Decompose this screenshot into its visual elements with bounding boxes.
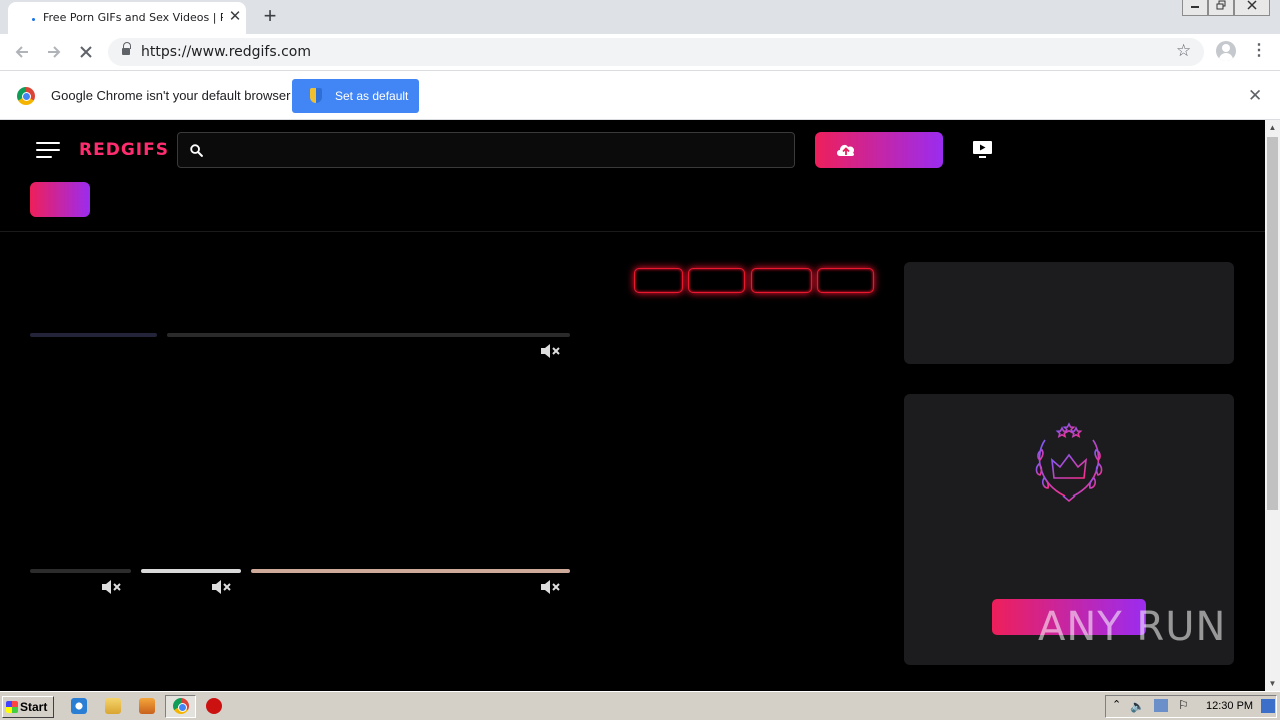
mute-icon[interactable] [540,579,560,595]
arrow-right-icon [48,46,61,58]
minimize-icon [1191,6,1199,8]
close-icon [1247,0,1257,10]
back-button[interactable] [11,41,33,63]
tray-expand-icon[interactable]: ⌃ [1112,698,1121,711]
cloud-upload-icon [837,144,855,156]
url-text: https://www.redgifs.com [141,44,311,60]
internet-explorer-icon[interactable] [71,698,87,714]
header-divider [0,231,1265,232]
scroll-thumb[interactable] [1267,137,1278,510]
forward-button[interactable] [43,41,65,63]
taskbar-clock[interactable]: 12:30 PM [1206,700,1253,712]
profile-avatar-icon[interactable] [1216,41,1236,61]
video-progress-bar[interactable] [30,333,157,337]
set-default-label: Set as default [335,89,409,103]
search-icon [190,144,203,157]
search-input[interactable] [177,132,795,168]
browser-menu-icon[interactable]: ⋮ [1251,42,1267,60]
media-player-icon[interactable] [139,698,155,714]
sidebar-card-placeholder [904,262,1234,364]
filter-chip[interactable] [634,268,683,293]
browser-toolbar: https://www.redgifs.com ☆ ⋮ [0,34,1280,70]
network-icon[interactable] [1154,699,1168,712]
category-pill-button[interactable] [30,182,90,217]
windows-flag-icon [6,701,18,713]
new-tab-button[interactable]: + [259,5,281,28]
address-bar[interactable]: https://www.redgifs.com ☆ [108,38,1204,66]
browser-titlebar: Free Porn GIFs and Sex Videos | Red ✕ + [0,0,1280,34]
action-center-flag-icon[interactable]: ⚐ [1178,698,1189,712]
bookmark-star-icon[interactable]: ☆ [1176,41,1191,61]
filter-chip[interactable] [817,268,874,293]
mute-icon[interactable] [211,579,231,595]
minimize-button[interactable] [1182,0,1208,16]
video-progress-bar[interactable] [167,333,570,337]
restore-icon [1216,0,1226,10]
filter-chip[interactable] [751,268,812,293]
page-scrollbar[interactable]: ▲ ▼ [1265,120,1280,691]
video-progress-bar[interactable] [30,569,131,573]
windows-taskbar: Start ⌃ 🔈 ⚐ 12:30 PM [0,691,1280,720]
site-logo[interactable]: REDGIFS [79,140,169,160]
browser-tab-active[interactable]: Free Porn GIFs and Sex Videos | Red ✕ [8,2,246,34]
chrome-logo-icon [17,87,35,105]
filter-chip[interactable] [688,268,745,293]
infobar-close-button[interactable]: ✕ [1248,86,1262,106]
restore-button[interactable] [1208,0,1234,16]
anyrun-watermark: ANY RUN [1038,604,1227,650]
crown-laurel-icon [1035,422,1103,503]
scroll-up-arrow-icon[interactable]: ▲ [1265,120,1280,135]
hamburger-menu-icon[interactable] [36,142,60,158]
file-explorer-icon[interactable] [105,698,121,714]
video-progress-bar[interactable] [251,569,570,573]
video-progress-bar[interactable] [141,569,241,573]
antivirus-icon[interactable] [206,698,222,714]
upload-button[interactable] [815,132,943,168]
stop-loading-button[interactable] [75,41,97,63]
chrome-icon [173,698,189,714]
start-label: Start [20,700,48,714]
system-tray: ⌃ 🔈 ⚐ 12:30 PM [1105,695,1277,718]
start-button[interactable]: Start [2,696,54,718]
window-close-button[interactable] [1234,0,1270,16]
mute-icon[interactable] [101,579,121,595]
set-default-button[interactable]: Set as default [292,79,419,113]
infobar-message: Google Chrome isn't your default browser [51,88,291,103]
show-desktop-icon[interactable] [1261,699,1275,713]
loading-favicon-icon [30,13,38,21]
chrome-taskbar-button[interactable] [165,695,196,718]
uac-shield-icon [310,88,322,103]
tab-title: Free Porn GIFs and Sex Videos | Red [43,11,223,24]
live-tv-icon[interactable] [972,140,993,160]
stop-icon [80,46,92,58]
scroll-down-arrow-icon[interactable]: ▼ [1265,676,1280,691]
mute-icon[interactable] [540,343,560,359]
tab-close-button[interactable]: ✕ [227,9,243,25]
arrow-left-icon [15,46,28,58]
default-browser-infobar: Google Chrome isn't your default browser… [0,70,1280,120]
lock-icon [122,42,131,56]
volume-icon[interactable]: 🔈 [1130,699,1145,713]
